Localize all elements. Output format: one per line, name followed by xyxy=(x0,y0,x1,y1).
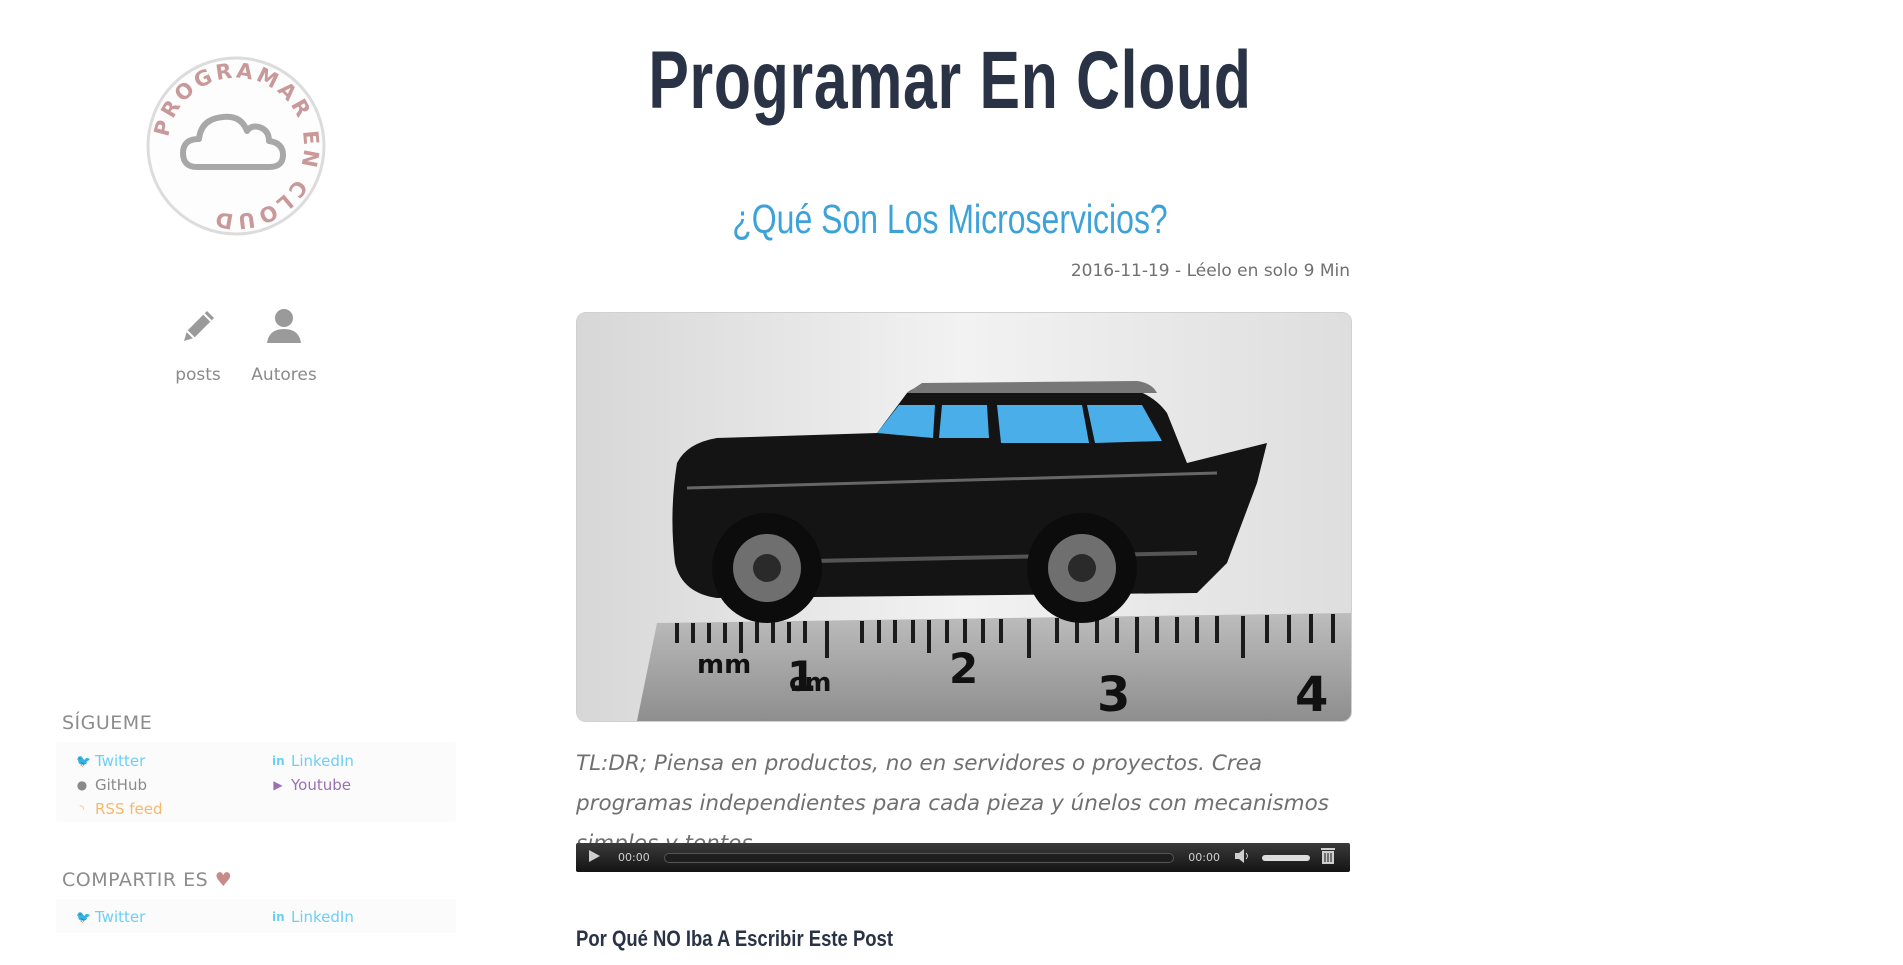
sidebar: PROGRAMAR EN CLOUD posts Autores SÍGUEME… xyxy=(0,0,470,965)
user-icon xyxy=(267,309,301,343)
hero-image: mm cm 1 2 3 4 xyxy=(576,312,1352,722)
trash-icon xyxy=(1321,848,1335,864)
nav-item-autores[interactable]: Autores xyxy=(251,305,317,385)
follow-github-link[interactable]: ● GitHub xyxy=(76,776,147,794)
volume-button[interactable] xyxy=(1234,848,1252,867)
follow-title: SÍGUEME xyxy=(62,712,153,734)
download-button[interactable] xyxy=(1320,847,1340,868)
share-title: COMPARTIR ES ♥ xyxy=(62,869,232,891)
play-button[interactable] xyxy=(586,848,612,867)
site-logo[interactable]: PROGRAMAR EN CLOUD xyxy=(145,55,327,237)
main-nav: posts Autores xyxy=(170,305,317,385)
follow-linkedin-link[interactable]: in LinkedIn xyxy=(272,752,354,770)
follow-panel: 🐦 Twitter in LinkedIn ● GitHub ▶ Youtube… xyxy=(56,742,456,822)
ruler-label-mm: mm xyxy=(697,650,751,680)
speaker-icon xyxy=(1235,849,1248,863)
share-title-text: COMPARTIR ES xyxy=(62,869,209,891)
ruler-tick-4: 4 xyxy=(1295,667,1328,721)
post-title[interactable]: ¿Qué Son Los Microservicios? xyxy=(576,196,1325,243)
nav-label-autores: Autores xyxy=(251,365,317,385)
play-icon xyxy=(589,850,600,862)
current-time: 00:00 xyxy=(618,851,650,864)
share-panel: 🐦 Twitter in LinkedIn xyxy=(56,899,456,933)
linkedin-icon: in xyxy=(272,910,285,924)
follow-twitter-link[interactable]: 🐦 Twitter xyxy=(76,752,145,770)
progress-bar[interactable] xyxy=(663,852,1175,863)
follow-youtube-link[interactable]: ▶ Youtube xyxy=(272,776,351,794)
heart-icon: ♥ xyxy=(214,869,233,891)
linkedin-icon: in xyxy=(272,754,285,768)
ruler-tick-1: 1 xyxy=(787,652,816,701)
nav-label-posts: posts xyxy=(175,365,221,385)
follow-rss-link[interactable]: ◝ RSS feed xyxy=(76,800,163,818)
duration: 00:00 xyxy=(1188,851,1220,864)
nav-item-posts[interactable]: posts xyxy=(170,305,226,385)
rss-icon: ◝ xyxy=(79,802,85,816)
ruler-tick-2: 2 xyxy=(949,644,978,693)
volume-slider[interactable] xyxy=(1262,854,1310,861)
twitter-icon: 🐦 xyxy=(76,754,91,768)
section-heading: Por Qué NO Iba A Escribir Este Post xyxy=(576,926,893,951)
twitter-icon: 🐦 xyxy=(76,910,91,924)
site-title[interactable]: Programar En Cloud xyxy=(595,34,1305,128)
ruler-tick-3: 3 xyxy=(1097,667,1130,721)
github-icon: ● xyxy=(76,778,88,792)
post-meta: 2016-11-19 - Léelo en solo 9 Min xyxy=(1070,261,1350,281)
pencil-icon xyxy=(184,311,214,341)
audio-player: 00:00 00:00 xyxy=(576,843,1350,872)
share-linkedin-link[interactable]: in LinkedIn xyxy=(272,908,354,926)
share-twitter-link[interactable]: 🐦 Twitter xyxy=(76,908,145,926)
youtube-icon: ▶ xyxy=(273,778,283,792)
